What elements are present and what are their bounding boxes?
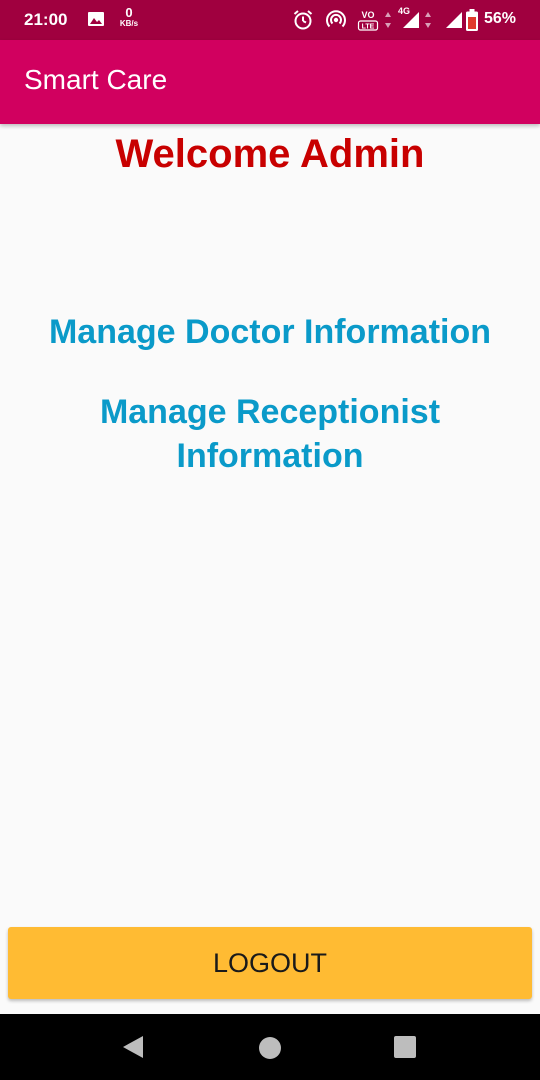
battery-percentage: 56% — [484, 10, 517, 27]
app-title: Smart Care — [24, 64, 168, 95]
alarm-icon — [292, 9, 314, 35]
battery-icon — [465, 8, 479, 36]
signal-icon — [400, 11, 420, 33]
welcome-heading: Welcome Admin — [115, 132, 425, 176]
svg-text:LTE: LTE — [362, 24, 375, 31]
volte-icon: VO LTE — [357, 8, 379, 36]
signal-icon-2 — [443, 11, 463, 33]
data-arrows-icon-2 — [424, 10, 432, 34]
status-time: 21:00 — [24, 10, 68, 29]
svg-text:VO: VO — [361, 10, 374, 20]
navigation-bar — [0, 1014, 540, 1080]
manage-doctor-link[interactable]: Manage Doctor Information — [20, 310, 520, 354]
home-icon[interactable] — [258, 1036, 282, 1064]
network-speed: 0 KB/s — [116, 6, 142, 29]
hotspot-icon — [325, 9, 347, 35]
status-bar: 21:00 0 KB/s VO LTE 4G 56% — [0, 0, 540, 40]
data-arrows-icon — [384, 10, 392, 34]
manage-receptionist-link[interactable]: Manage Receptionist Information — [20, 390, 520, 478]
network-speed-unit: KB/s — [119, 19, 139, 28]
gallery-icon — [87, 11, 105, 31]
back-icon[interactable] — [120, 1035, 146, 1063]
recents-icon[interactable] — [394, 1036, 416, 1062]
logout-button[interactable]: LOGOUT — [8, 927, 532, 999]
network-speed-value: 0 — [125, 5, 133, 20]
app-bar: Smart Care — [0, 40, 540, 124]
